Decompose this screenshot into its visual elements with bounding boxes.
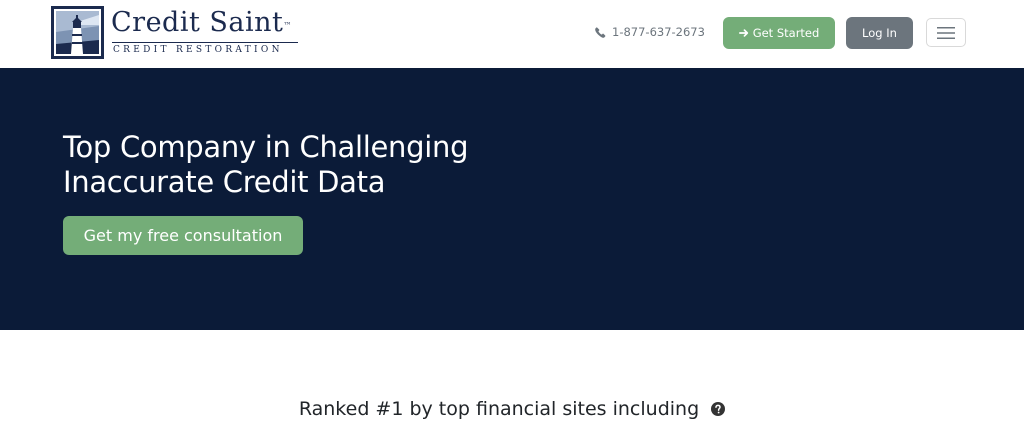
hero-title: Top Company in Challenging Inaccurate Cr… xyxy=(63,130,469,199)
free-consultation-label: Get my free consultation xyxy=(83,226,283,245)
menu-toggle-button[interactable] xyxy=(926,18,966,47)
question-circle-icon[interactable] xyxy=(711,402,726,416)
credit-saint-logo[interactable]: Credit Saint™ CREDIT RESTORATION xyxy=(51,6,313,59)
logo-tagline: CREDIT RESTORATION xyxy=(113,45,283,55)
ranked-section: Ranked #1 by top financial sites includi… xyxy=(0,394,1024,424)
free-consultation-button[interactable]: Get my free consultation xyxy=(63,216,303,255)
ranked-heading: Ranked #1 by top financial sites includi… xyxy=(298,398,700,420)
phone-link[interactable]: 1-877-637-2673 xyxy=(595,24,705,40)
get-started-label: Get Started xyxy=(752,26,820,40)
login-label: Log In xyxy=(862,26,897,40)
phone-icon xyxy=(595,26,606,38)
hero-banner: Top Company in Challenging Inaccurate Cr… xyxy=(0,68,1024,330)
lighthouse-logo-icon xyxy=(51,6,104,59)
phone-number: 1-877-637-2673 xyxy=(612,25,705,39)
site-header: Credit Saint™ CREDIT RESTORATION 1-877-6… xyxy=(0,0,1024,68)
hamburger-icon xyxy=(937,26,955,39)
logo-wordmark: Credit Saint™ xyxy=(111,7,292,38)
logo-divider xyxy=(112,42,298,43)
trademark-symbol: ™ xyxy=(283,21,292,30)
get-started-button[interactable]: Get Started xyxy=(723,17,835,49)
login-button[interactable]: Log In xyxy=(846,17,913,49)
arrow-right-icon xyxy=(738,29,748,37)
